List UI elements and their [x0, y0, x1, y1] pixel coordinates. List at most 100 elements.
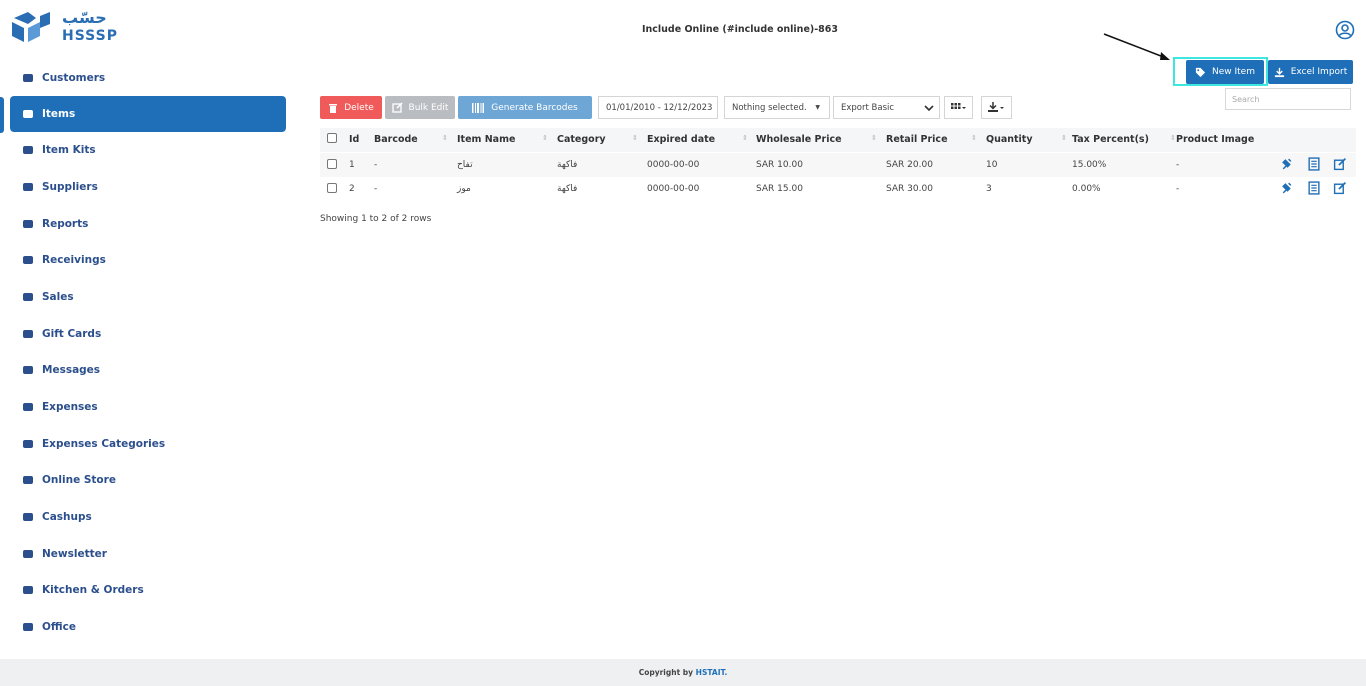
sidebar-item-suppliers[interactable]: Suppliers	[10, 169, 286, 205]
generate-barcodes-button[interactable]: Generate Barcodes	[458, 96, 592, 119]
table-header: Id Barcode ⇕ Item Name ⇕ Category ⇕ Expired dat…	[320, 128, 1356, 152]
bulk-edit-label: Bulk Edit	[408, 102, 449, 113]
column-header-category[interactable]: Category	[557, 134, 606, 145]
sort-icon[interactable]: ⇕	[1061, 134, 1067, 142]
sort-icon[interactable]: ⇕	[971, 134, 977, 142]
sidebar-item-label: Items	[42, 108, 76, 120]
sidebar-item-reports[interactable]: Reports	[10, 206, 286, 242]
sidebar-item-expenses[interactable]: Expenses	[10, 389, 286, 425]
column-header-wholesale-price[interactable]: Wholesale Price	[756, 134, 842, 145]
pin-icon[interactable]	[1280, 157, 1294, 171]
logo-mark-icon	[12, 12, 50, 42]
sort-icon[interactable]: ⇕	[742, 134, 748, 142]
bulk-edit-button[interactable]: Bulk Edit	[385, 96, 455, 119]
office-icon	[22, 621, 34, 633]
sidebar-item-items[interactable]: Items	[10, 96, 286, 132]
tag-icon	[1195, 67, 1206, 77]
cell-tax: 15.00%	[1072, 160, 1107, 170]
column-header-barcode[interactable]: Barcode	[374, 134, 418, 145]
receivings-icon	[22, 254, 34, 266]
edit-icon	[391, 102, 403, 113]
store-icon	[22, 474, 34, 486]
cell-retail: SAR 30.00	[886, 184, 933, 194]
export-select[interactable]: Export Basic	[833, 96, 940, 119]
column-header-item-name[interactable]: Item Name	[457, 134, 515, 145]
sort-icon[interactable]: ⇕	[542, 134, 548, 142]
logo[interactable]: حسّب HSSSP	[10, 8, 122, 46]
sort-icon[interactable]: ⇕	[871, 134, 877, 142]
sidebar-item-receivings[interactable]: Receivings	[10, 242, 286, 278]
search-input[interactable]: Search	[1225, 88, 1351, 110]
column-header-expired-date[interactable]: Expired date	[647, 134, 715, 145]
sidebar-item-label: Office	[42, 621, 76, 633]
cell-name: موز	[457, 184, 471, 194]
sidebar-item-label: Reports	[42, 218, 89, 230]
sidebar-item-label: Receivings	[42, 254, 106, 266]
cell-quantity: 3	[986, 184, 992, 194]
pagination-info: Showing 1 to 2 of 2 rows	[320, 214, 432, 224]
user-account-icon[interactable]	[1335, 20, 1355, 40]
details-icon[interactable]	[1307, 181, 1321, 195]
cell-expired: 0000-00-00	[647, 184, 700, 194]
sidebar-item-kitchen-orders[interactable]: Kitchen & Orders	[10, 572, 286, 608]
sort-icon[interactable]: ⇕	[1170, 134, 1176, 142]
column-header-tax-percent-s-[interactable]: Tax Percent(s)	[1072, 134, 1149, 145]
cell-image: -	[1176, 160, 1180, 170]
sidebar-item-label: Gift Cards	[42, 328, 102, 340]
footer-brand-link[interactable]: HSTAIT.	[696, 668, 728, 677]
filter-select[interactable]: Nothing selected. ▼	[724, 96, 830, 119]
sidebar-item-office[interactable]: Office	[10, 609, 286, 645]
footer-text: Copyright by	[638, 668, 694, 677]
column-header-quantity[interactable]: Quantity	[986, 134, 1033, 145]
active-nav-marker	[0, 97, 4, 133]
delete-label: Delete	[344, 102, 374, 113]
caret-down-icon: ▼	[815, 104, 820, 111]
sidebar-item-cashups[interactable]: Cashups	[10, 499, 286, 535]
excel-import-button[interactable]: Excel Import	[1268, 60, 1353, 84]
sidebar-item-label: Kitchen & Orders	[42, 584, 144, 596]
sidebar-item-sales[interactable]: Sales	[10, 279, 286, 315]
date-range-input[interactable]: 01/01/2010 - 12/12/2023	[598, 96, 718, 119]
sidebar-item-messages[interactable]: Messages	[10, 352, 286, 388]
page-title: Include Online (#include online)-863	[641, 24, 838, 35]
table-row[interactable]: 2 - موز فاكهة 0000-00-00 SAR 15.00 SAR 30.00 3 0…	[320, 177, 1356, 201]
sidebar-item-expenses-categories[interactable]: Expenses Categories	[10, 426, 286, 462]
table-row[interactable]: 1 - تفاح فاكهة 0000-00-00 SAR 10.00 SAR 20.00 1…	[320, 153, 1356, 177]
sidebar-item-gift-cards[interactable]: Gift Cards	[10, 316, 286, 352]
sidebar-item-newsletter[interactable]: Newsletter	[10, 536, 286, 572]
messages-icon	[22, 364, 34, 376]
delete-button[interactable]: Delete	[320, 96, 382, 119]
select-all-checkbox[interactable]	[327, 133, 337, 143]
sales-icon	[22, 291, 34, 303]
edit-icon[interactable]	[1333, 181, 1347, 195]
filter-select-value: Nothing selected.	[732, 102, 807, 113]
sidebar-item-label: Item Kits	[42, 144, 96, 156]
cashups-icon	[22, 511, 34, 523]
generate-barcodes-label: Generate Barcodes	[491, 102, 578, 113]
kitchen-icon	[22, 584, 34, 596]
sort-icon[interactable]: ⇕	[632, 134, 638, 142]
export-dropdown-button[interactable]	[981, 96, 1012, 119]
details-icon[interactable]	[1307, 157, 1321, 171]
cell-barcode: -	[374, 160, 378, 170]
columns-toggle-button[interactable]	[944, 96, 973, 119]
sidebar-item-item-kits[interactable]: Item Kits	[10, 132, 286, 168]
column-header-retail-price[interactable]: Retail Price	[886, 134, 948, 145]
sort-icon[interactable]: ⇕	[442, 134, 448, 142]
column-header-id[interactable]: Id	[349, 134, 359, 145]
download-icon	[987, 101, 1004, 112]
export-select-value: Export Basic	[841, 102, 895, 113]
sidebar-item-customers[interactable]: Customers	[10, 60, 286, 96]
new-item-button[interactable]: New Item	[1186, 60, 1264, 84]
edit-icon[interactable]	[1333, 157, 1347, 171]
sidebar-item-label: Expenses	[42, 401, 98, 413]
cell-category: فاكهة	[557, 184, 578, 194]
pin-icon[interactable]	[1280, 181, 1294, 195]
cell-id: 2	[349, 184, 355, 194]
row-checkbox[interactable]	[327, 159, 337, 169]
chevron-down-icon	[924, 105, 934, 112]
row-checkbox[interactable]	[327, 183, 337, 193]
sidebar-item-online-store[interactable]: Online Store	[10, 462, 286, 498]
cell-wholesale: SAR 10.00	[756, 160, 803, 170]
column-header-product-image[interactable]: Product Image	[1176, 134, 1254, 145]
